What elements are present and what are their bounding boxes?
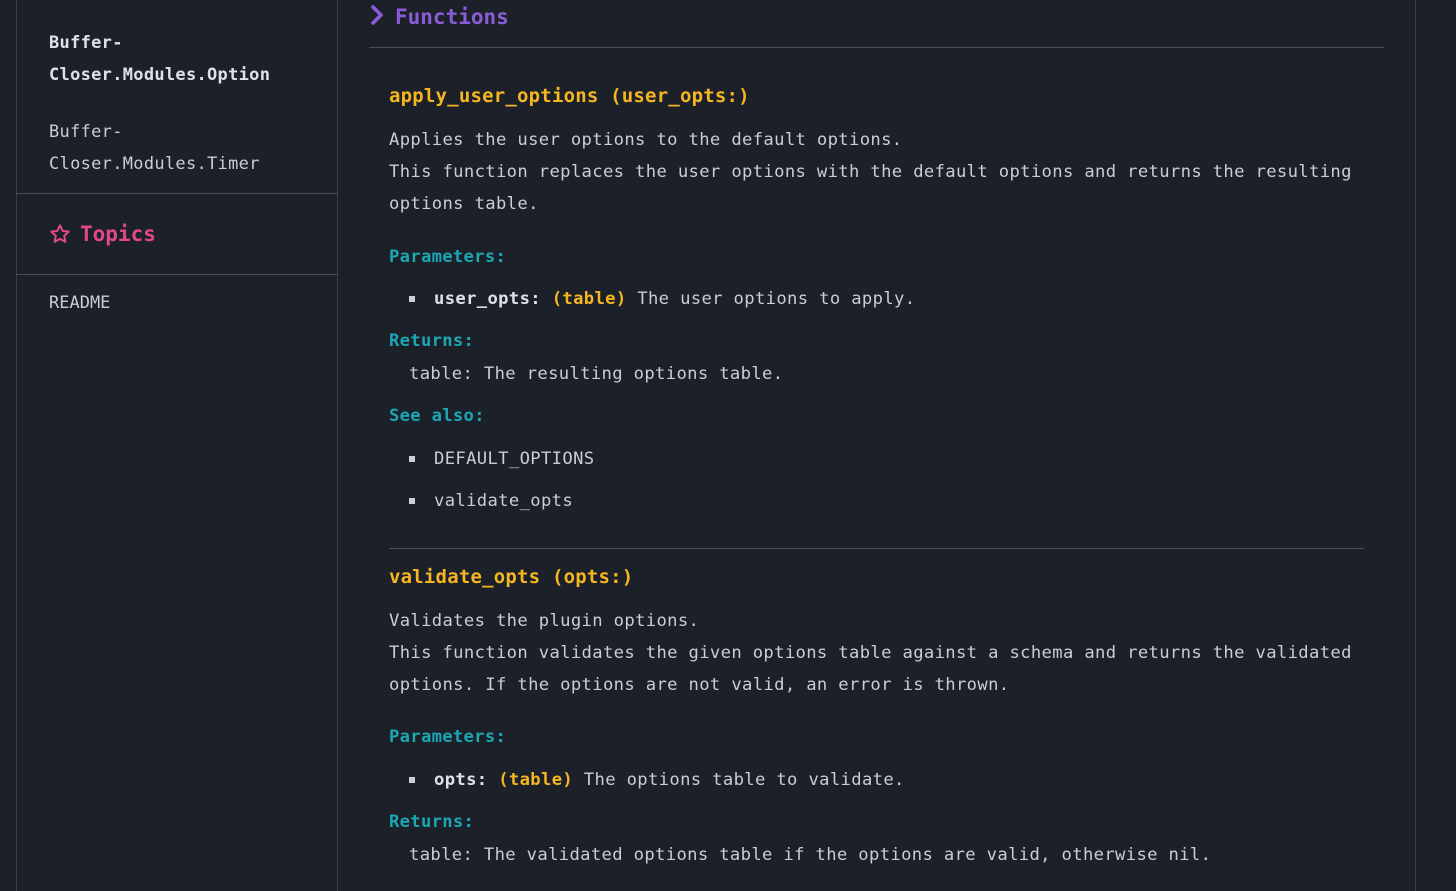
parameter-description: The user options to apply.: [637, 289, 916, 309]
sidebar-item-label-line2: Closer.Modules.Option: [49, 65, 271, 85]
sidebar-item-label-line2: Closer.Modules.Timer: [49, 154, 260, 174]
see-also-link-default-options[interactable]: DEFAULT_OPTIONS: [434, 444, 594, 474]
section-title: Functions: [395, 5, 509, 29]
returns-label: Returns:: [389, 331, 475, 351]
sidebar-item-readme[interactable]: README: [49, 288, 110, 318]
section-heading-functions: Functions: [369, 2, 509, 32]
function-description: options table.: [389, 194, 539, 214]
returns-description: table: The resulting options table.: [409, 364, 784, 384]
function-summary: Validates the plugin options.: [389, 611, 700, 631]
square-bullet-icon: [409, 777, 415, 783]
parameter-type: (table): [551, 289, 627, 309]
main-content: Functions apply_user_options (user_opts:…: [339, 0, 1416, 891]
sidebar-item-option-module[interactable]: Buffer- Closer.Modules.Option: [49, 27, 329, 91]
topics-heading-label: Topics: [80, 222, 156, 246]
parameter-item: opts: (table) The options table to valid…: [409, 765, 905, 795]
sidebar-divider: [16, 274, 338, 275]
parameter-description: The options table to validate.: [583, 770, 905, 790]
function-divider: [389, 548, 1364, 549]
sidebar-item-label-line1: Buffer-: [49, 122, 123, 142]
see-also-item: validate_opts: [409, 486, 573, 516]
parameter-separator: :: [476, 770, 488, 790]
sidebar-item-timer-module[interactable]: Buffer- Closer.Modules.Timer: [49, 116, 329, 180]
returns-label: Returns:: [389, 812, 475, 832]
star-outline-icon: [49, 223, 71, 245]
function-title: apply_user_options (user_opts:): [389, 85, 750, 107]
chevron-right-icon: [369, 4, 385, 31]
parameter-name: opts: [434, 770, 477, 790]
square-bullet-icon: [409, 296, 415, 302]
see-also-label: See also:: [389, 406, 485, 426]
parameter-type: (table): [498, 770, 574, 790]
parameters-label: Parameters:: [389, 247, 507, 267]
parameters-label: Parameters:: [389, 727, 507, 747]
function-title: validate_opts (opts:): [389, 566, 634, 588]
function-description: This function validates the given option…: [389, 643, 1352, 663]
function-description: options. If the options are not valid, a…: [389, 675, 1010, 695]
topics-heading: Topics: [49, 218, 156, 250]
function-description: This function replaces the user options …: [389, 162, 1352, 182]
sidebar: Buffer- Closer.Modules.Option Buffer- Cl…: [16, 0, 338, 891]
returns-description: table: The validated options table if th…: [409, 845, 1212, 865]
see-also-item: DEFAULT_OPTIONS: [409, 444, 594, 474]
sidebar-item-label-line1: Buffer-: [49, 33, 123, 53]
section-divider: [369, 47, 1384, 48]
sidebar-divider: [16, 193, 338, 194]
square-bullet-icon: [409, 498, 415, 504]
square-bullet-icon: [409, 456, 415, 462]
parameter-name: user_opts: [434, 289, 531, 309]
function-summary: Applies the user options to the default …: [389, 130, 903, 150]
parameter-separator: :: [530, 289, 541, 309]
see-also-link-validate-opts[interactable]: validate_opts: [434, 486, 573, 516]
parameter-item: user_opts: (table) The user options to a…: [409, 284, 915, 314]
